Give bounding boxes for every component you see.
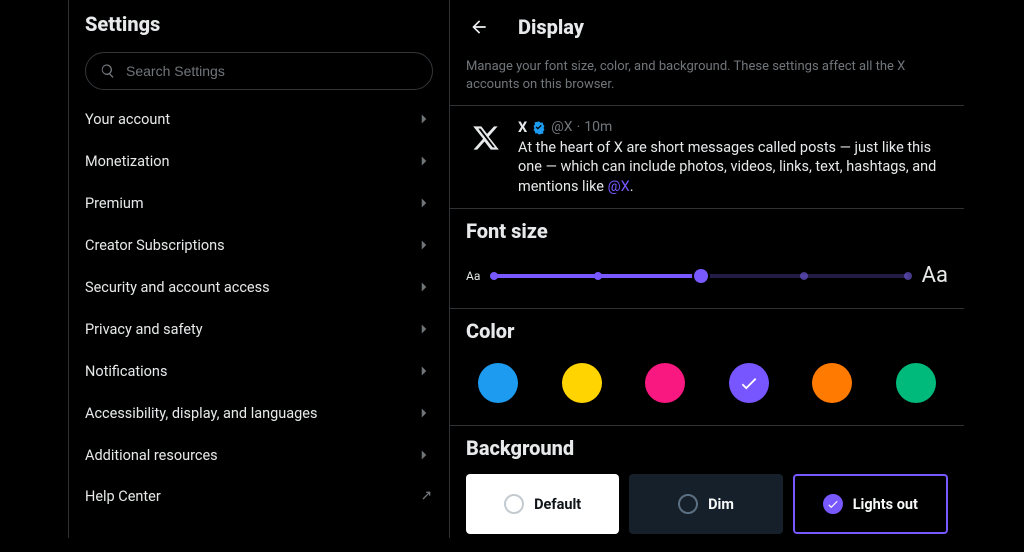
display-panel: Display Manage your font size, color, an… (450, 0, 1024, 538)
nav-label: Monetization (85, 153, 170, 170)
nav-label: Help Center (85, 488, 161, 505)
search-icon (100, 63, 116, 79)
chevron-right-icon (415, 320, 433, 338)
background-option-lights-out[interactable]: Lights out (793, 474, 948, 534)
color-option-green[interactable] (896, 363, 936, 403)
post-text: At the heart of X are short messages cal… (518, 138, 948, 197)
bg-label: Dim (708, 496, 734, 513)
font-size-small-label: Aa (466, 269, 480, 283)
nav-premium[interactable]: Premium (69, 182, 449, 224)
background-title: Background (466, 436, 948, 460)
nav-creator-subscriptions[interactable]: Creator Subscriptions (69, 224, 449, 266)
chevron-right-icon (415, 194, 433, 212)
check-icon (826, 497, 840, 511)
color-option-yellow[interactable] (562, 363, 602, 403)
radio-unchecked (678, 494, 698, 514)
search-input[interactable] (126, 63, 418, 79)
external-link-icon (417, 489, 433, 505)
color-section: Color (450, 309, 964, 426)
page-subtitle: Manage your font size, color, and backgr… (450, 52, 964, 105)
sample-post: X @X · 10m At the heart of X are short m… (450, 105, 964, 209)
chevron-right-icon (415, 404, 433, 422)
nav-label: Additional resources (85, 447, 218, 464)
color-option-orange[interactable] (812, 363, 852, 403)
nav-label: Creator Subscriptions (85, 237, 225, 254)
radio-unchecked (504, 494, 524, 514)
font-size-section: Font size Aa Aa (450, 209, 964, 309)
background-section: Background Default Dim Lights out (450, 426, 964, 552)
chevron-right-icon (415, 152, 433, 170)
font-size-slider[interactable] (494, 273, 907, 279)
color-option-purple[interactable] (729, 363, 769, 403)
bg-label: Lights out (853, 496, 918, 513)
nav-notifications[interactable]: Notifications (69, 350, 449, 392)
post-timestamp: 10m (584, 118, 612, 137)
nav-security[interactable]: Security and account access (69, 266, 449, 308)
post-author: X (518, 118, 527, 138)
nav-label: Accessibility, display, and languages (85, 405, 317, 422)
settings-sidebar: Settings Your account Monetization Premi… (68, 0, 450, 538)
nav-accessibility-display[interactable]: Accessibility, display, and languages (69, 392, 449, 434)
nav-label: Premium (85, 195, 144, 212)
background-option-default[interactable]: Default (466, 474, 619, 534)
nav-monetization[interactable]: Monetization (69, 140, 449, 182)
nav-label: Security and account access (85, 279, 270, 296)
post-handle: @X (551, 118, 572, 137)
font-size-large-label: Aa (922, 263, 948, 288)
nav-help-center[interactable]: Help Center (69, 476, 449, 517)
color-option-blue[interactable] (478, 363, 518, 403)
back-button[interactable] (462, 10, 496, 44)
color-title: Color (466, 319, 948, 343)
chevron-right-icon (415, 278, 433, 296)
background-option-dim[interactable]: Dim (629, 474, 782, 534)
avatar (466, 118, 506, 158)
nav-label: Notifications (85, 363, 167, 380)
post-dot: · (577, 118, 581, 137)
nav-additional-resources[interactable]: Additional resources (69, 434, 449, 476)
arrow-left-icon (469, 17, 489, 37)
sidebar-title: Settings (69, 12, 449, 48)
chevron-right-icon (415, 110, 433, 128)
font-size-title: Font size (466, 219, 948, 243)
nav-your-account[interactable]: Your account (69, 98, 449, 140)
nav-label: Your account (85, 111, 170, 128)
bg-label: Default (534, 496, 581, 513)
chevron-right-icon (415, 236, 433, 254)
radio-checked (823, 494, 843, 514)
search-settings[interactable] (85, 52, 433, 90)
check-icon (738, 372, 760, 394)
slider-thumb[interactable] (694, 269, 708, 283)
verified-badge-icon (531, 120, 547, 136)
chevron-right-icon (415, 446, 433, 464)
x-logo-icon (472, 124, 500, 152)
nav-privacy[interactable]: Privacy and safety (69, 308, 449, 350)
nav-label: Privacy and safety (85, 321, 203, 338)
mention-link[interactable]: @X (608, 178, 630, 195)
page-title: Display (518, 15, 584, 39)
chevron-right-icon (415, 362, 433, 380)
color-option-pink[interactable] (645, 363, 685, 403)
